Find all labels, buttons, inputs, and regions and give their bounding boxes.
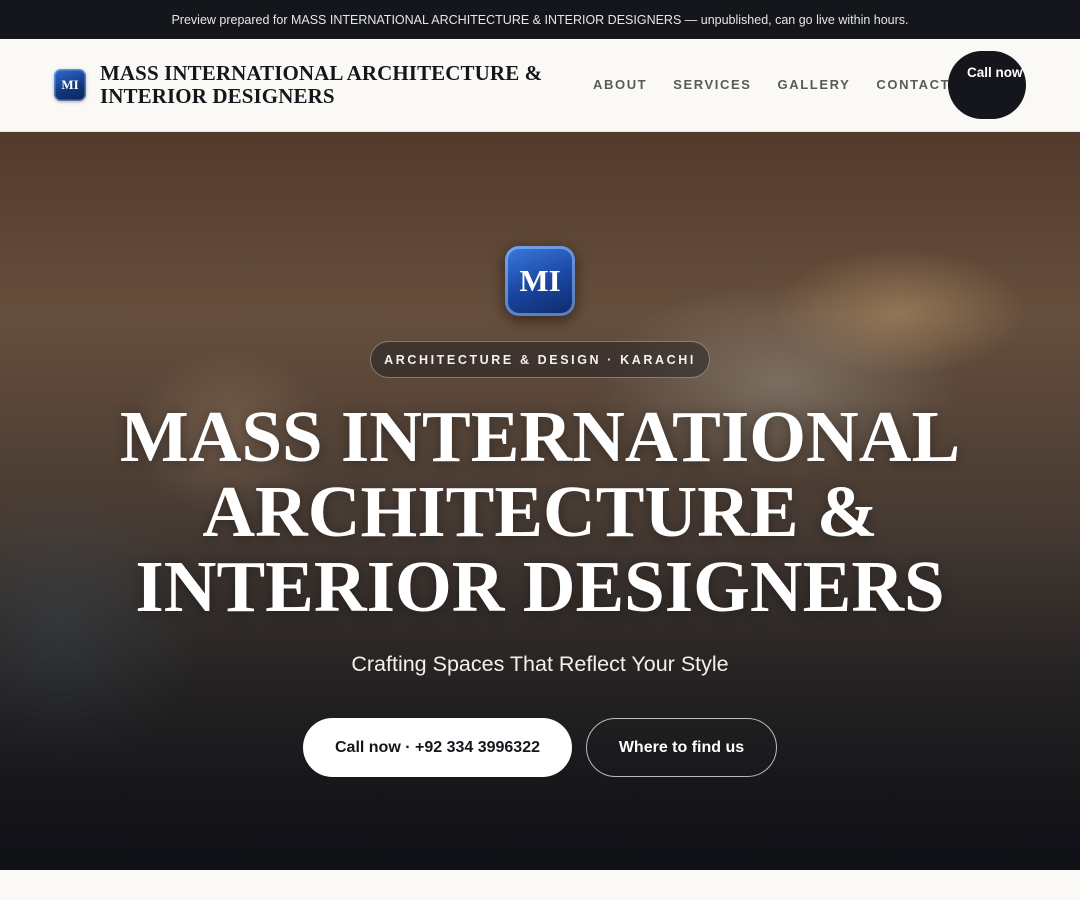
hero-title: MASS INTERNATIONAL ARCHITECTURE & INTERI… (119, 396, 961, 627)
nav-gallery[interactable]: GALLERY (778, 76, 851, 94)
preview-banner-text: Preview prepared for MASS INTERNATIONAL … (171, 12, 909, 27)
next-section (0, 870, 1080, 900)
preview-banner: Preview prepared for MASS INTERNATIONAL … (0, 0, 1080, 39)
nav-about[interactable]: ABOUT (593, 76, 647, 94)
brand-name[interactable]: MASS INTERNATIONAL ARCHITECTURE & INTERI… (100, 62, 580, 108)
hero-section: MI ARCHITECTURE & DESIGN · KARACHI MASS … (0, 132, 1080, 870)
call-now-button[interactable]: Call now (948, 51, 1026, 119)
nav-contact[interactable]: CONTACT (876, 76, 950, 94)
hero-tagline: Crafting Spaces That Reflect Your Style (351, 652, 729, 676)
main-nav: ABOUT SERVICES GALLERY CONTACT (593, 76, 976, 94)
site-header: MI MASS INTERNATIONAL ARCHITECTURE & INT… (0, 39, 1080, 132)
call-phone-button[interactable]: Call now · +92 334 3996322 (303, 718, 572, 777)
logo-icon[interactable]: MI (54, 69, 86, 101)
hero-logo-icon: MI (505, 246, 575, 316)
find-us-button[interactable]: Where to find us (586, 718, 777, 777)
nav-services[interactable]: SERVICES (673, 76, 751, 94)
hero-eyebrow: ARCHITECTURE & DESIGN · KARACHI (370, 341, 710, 378)
